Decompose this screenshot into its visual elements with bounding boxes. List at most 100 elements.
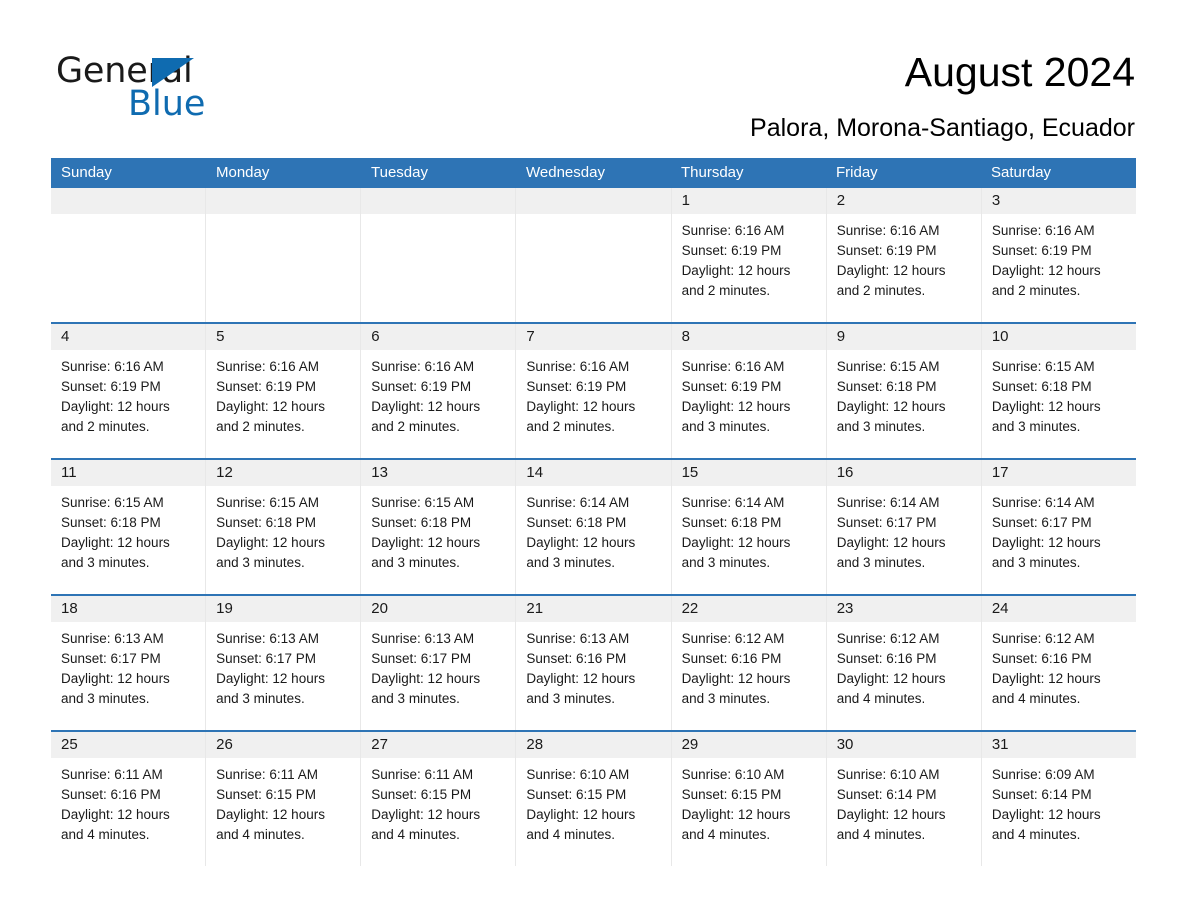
- day-cell[interactable]: 1 Sunrise: 6:16 AM Sunset: 6:19 PM Dayli…: [670, 188, 826, 322]
- sunrise-text: Sunrise: 6:16 AM: [61, 359, 164, 374]
- daylight-text-line1: Daylight: 12 hours: [61, 535, 170, 550]
- sunrise-text: Sunrise: 6:15 AM: [836, 359, 940, 374]
- daylight-text-line2: and 3 minutes.: [61, 691, 150, 706]
- day-cell[interactable]: 23 Sunrise: 6:12 AM Sunset: 6:16 PM Dayl…: [825, 596, 981, 730]
- day-info: Sunrise: 6:13 AM Sunset: 6:16 PM Dayligh…: [516, 622, 670, 709]
- day-number: 30: [836, 736, 854, 753]
- day-number-band: 29: [671, 732, 826, 758]
- day-info: Sunrise: 6:12 AM Sunset: 6:16 PM Dayligh…: [827, 622, 981, 709]
- sunset-text: Sunset: 6:18 PM: [61, 515, 161, 530]
- day-cell[interactable]: 31 Sunrise: 6:09 AM Sunset: 6:14 PM Dayl…: [980, 732, 1136, 866]
- day-cell[interactable]: 14 Sunrise: 6:14 AM Sunset: 6:18 PM Dayl…: [515, 460, 671, 594]
- day-info: Sunrise: 6:16 AM Sunset: 6:19 PM Dayligh…: [827, 214, 981, 301]
- day-info: Sunrise: 6:16 AM Sunset: 6:19 PM Dayligh…: [982, 214, 1136, 301]
- day-cell[interactable]: [515, 188, 671, 322]
- daylight-text-line1: Daylight: 12 hours: [61, 671, 170, 686]
- day-cell[interactable]: 15 Sunrise: 6:14 AM Sunset: 6:18 PM Dayl…: [670, 460, 826, 594]
- day-number-band: 23: [826, 596, 981, 622]
- daylight-text-line1: Daylight: 12 hours: [991, 399, 1101, 414]
- day-info: Sunrise: 6:12 AM Sunset: 6:16 PM Dayligh…: [672, 622, 826, 709]
- sunset-text: Sunset: 6:19 PM: [216, 379, 316, 394]
- day-cell[interactable]: 22 Sunrise: 6:12 AM Sunset: 6:16 PM Dayl…: [670, 596, 826, 730]
- sunrise-text: Sunrise: 6:16 AM: [836, 223, 940, 238]
- sunrise-text: Sunrise: 6:14 AM: [991, 495, 1095, 510]
- day-info: Sunrise: 6:13 AM Sunset: 6:17 PM Dayligh…: [51, 622, 205, 709]
- day-info: Sunrise: 6:14 AM Sunset: 6:17 PM Dayligh…: [827, 486, 981, 573]
- day-number-band: 26: [206, 732, 361, 758]
- day-cell[interactable]: 25 Sunrise: 6:11 AM Sunset: 6:16 PM Dayl…: [51, 732, 206, 866]
- day-info: Sunrise: 6:11 AM Sunset: 6:16 PM Dayligh…: [51, 758, 205, 845]
- logo-text-blue: Blue: [128, 84, 206, 124]
- daylight-text-line1: Daylight: 12 hours: [61, 399, 170, 414]
- daylight-text-line2: and 4 minutes.: [681, 827, 771, 842]
- day-cell[interactable]: 6 Sunrise: 6:16 AM Sunset: 6:19 PM Dayli…: [360, 324, 516, 458]
- day-cell[interactable]: 10 Sunrise: 6:15 AM Sunset: 6:18 PM Dayl…: [980, 324, 1136, 458]
- page-header: General Blue August 2024 Palora, Morona-…: [0, 0, 1188, 152]
- daylight-text-line1: Daylight: 12 hours: [836, 399, 946, 414]
- daylight-text-line1: Daylight: 12 hours: [991, 807, 1101, 822]
- day-number-band: 10: [981, 324, 1136, 350]
- daylight-text-line1: Daylight: 12 hours: [61, 807, 170, 822]
- day-cell[interactable]: [360, 188, 516, 322]
- sunrise-text: Sunrise: 6:10 AM: [681, 767, 785, 782]
- daylight-text-line2: and 3 minutes.: [371, 555, 460, 570]
- day-cell[interactable]: 28 Sunrise: 6:10 AM Sunset: 6:15 PM Dayl…: [515, 732, 671, 866]
- day-cell[interactable]: 26 Sunrise: 6:11 AM Sunset: 6:15 PM Dayl…: [205, 732, 361, 866]
- day-cell[interactable]: 30 Sunrise: 6:10 AM Sunset: 6:14 PM Dayl…: [825, 732, 981, 866]
- day-cell[interactable]: 9 Sunrise: 6:15 AM Sunset: 6:18 PM Dayli…: [825, 324, 981, 458]
- day-cell[interactable]: 8 Sunrise: 6:16 AM Sunset: 6:19 PM Dayli…: [670, 324, 826, 458]
- weekday-header-sunday: Sunday: [61, 164, 112, 181]
- sunrise-text: Sunrise: 6:11 AM: [61, 767, 163, 782]
- day-number-band: 2: [826, 188, 981, 214]
- sunset-text: Sunset: 6:17 PM: [216, 651, 316, 666]
- daylight-text-line2: and 3 minutes.: [681, 555, 771, 570]
- day-number: 8: [681, 328, 690, 345]
- day-info: Sunrise: 6:15 AM Sunset: 6:18 PM Dayligh…: [827, 350, 981, 437]
- daylight-text-line2: and 4 minutes.: [216, 827, 305, 842]
- calendar-week-row: 18 Sunrise: 6:13 AM Sunset: 6:17 PM Dayl…: [51, 594, 1136, 730]
- day-info: Sunrise: 6:13 AM Sunset: 6:17 PM Dayligh…: [361, 622, 515, 709]
- day-cell[interactable]: 16 Sunrise: 6:14 AM Sunset: 6:17 PM Dayl…: [825, 460, 981, 594]
- day-cell[interactable]: 3 Sunrise: 6:16 AM Sunset: 6:19 PM Dayli…: [980, 188, 1136, 322]
- sunrise-text: Sunrise: 6:10 AM: [836, 767, 940, 782]
- daylight-text-line1: Daylight: 12 hours: [371, 399, 481, 414]
- day-cell[interactable]: 19 Sunrise: 6:13 AM Sunset: 6:17 PM Dayl…: [205, 596, 361, 730]
- day-number: 12: [216, 464, 233, 481]
- daylight-text-line2: and 3 minutes.: [216, 691, 305, 706]
- daylight-text-line2: and 4 minutes.: [991, 827, 1081, 842]
- day-cell[interactable]: 21 Sunrise: 6:13 AM Sunset: 6:16 PM Dayl…: [515, 596, 671, 730]
- day-number: 11: [61, 464, 77, 481]
- day-cell[interactable]: 20 Sunrise: 6:13 AM Sunset: 6:17 PM Dayl…: [360, 596, 516, 730]
- day-cell[interactable]: 18 Sunrise: 6:13 AM Sunset: 6:17 PM Dayl…: [51, 596, 206, 730]
- day-cell[interactable]: 17 Sunrise: 6:14 AM Sunset: 6:17 PM Dayl…: [980, 460, 1136, 594]
- sunrise-text: Sunrise: 6:10 AM: [526, 767, 630, 782]
- day-cell[interactable]: 7 Sunrise: 6:16 AM Sunset: 6:19 PM Dayli…: [515, 324, 671, 458]
- day-number-band: 5: [206, 324, 361, 350]
- day-cell[interactable]: 12 Sunrise: 6:15 AM Sunset: 6:18 PM Dayl…: [205, 460, 361, 594]
- day-cell[interactable]: [51, 188, 206, 322]
- day-cell[interactable]: 13 Sunrise: 6:15 AM Sunset: 6:18 PM Dayl…: [360, 460, 516, 594]
- weekday-header-saturday: Saturday: [991, 164, 1052, 181]
- sunset-text: Sunset: 6:15 PM: [216, 787, 316, 802]
- day-number-band: [206, 188, 361, 214]
- sunrise-text: Sunrise: 6:15 AM: [991, 359, 1095, 374]
- daylight-text-line1: Daylight: 12 hours: [681, 263, 791, 278]
- day-cell[interactable]: 2 Sunrise: 6:16 AM Sunset: 6:19 PM Dayli…: [825, 188, 981, 322]
- day-cell[interactable]: [205, 188, 361, 322]
- daylight-text-line1: Daylight: 12 hours: [216, 807, 325, 822]
- sunset-text: Sunset: 6:15 PM: [371, 787, 472, 802]
- day-cell[interactable]: 4 Sunrise: 6:16 AM Sunset: 6:19 PM Dayli…: [51, 324, 206, 458]
- general-blue-logo[interactable]: General Blue: [56, 52, 316, 130]
- day-cell[interactable]: 11 Sunrise: 6:15 AM Sunset: 6:18 PM Dayl…: [51, 460, 206, 594]
- day-cell[interactable]: 5 Sunrise: 6:16 AM Sunset: 6:19 PM Dayli…: [205, 324, 361, 458]
- sunset-text: Sunset: 6:18 PM: [681, 515, 782, 530]
- day-number: 24: [991, 600, 1009, 617]
- sunset-text: Sunset: 6:19 PM: [836, 243, 937, 258]
- day-cell[interactable]: 24 Sunrise: 6:12 AM Sunset: 6:16 PM Dayl…: [980, 596, 1136, 730]
- day-cell[interactable]: 29 Sunrise: 6:10 AM Sunset: 6:15 PM Dayl…: [670, 732, 826, 866]
- sunset-text: Sunset: 6:19 PM: [371, 379, 472, 394]
- calendar-week-row: 11 Sunrise: 6:15 AM Sunset: 6:18 PM Dayl…: [51, 458, 1136, 594]
- weekday-header-monday: Monday: [216, 164, 270, 181]
- day-cell[interactable]: 27 Sunrise: 6:11 AM Sunset: 6:15 PM Dayl…: [360, 732, 516, 866]
- sunset-text: Sunset: 6:17 PM: [991, 515, 1092, 530]
